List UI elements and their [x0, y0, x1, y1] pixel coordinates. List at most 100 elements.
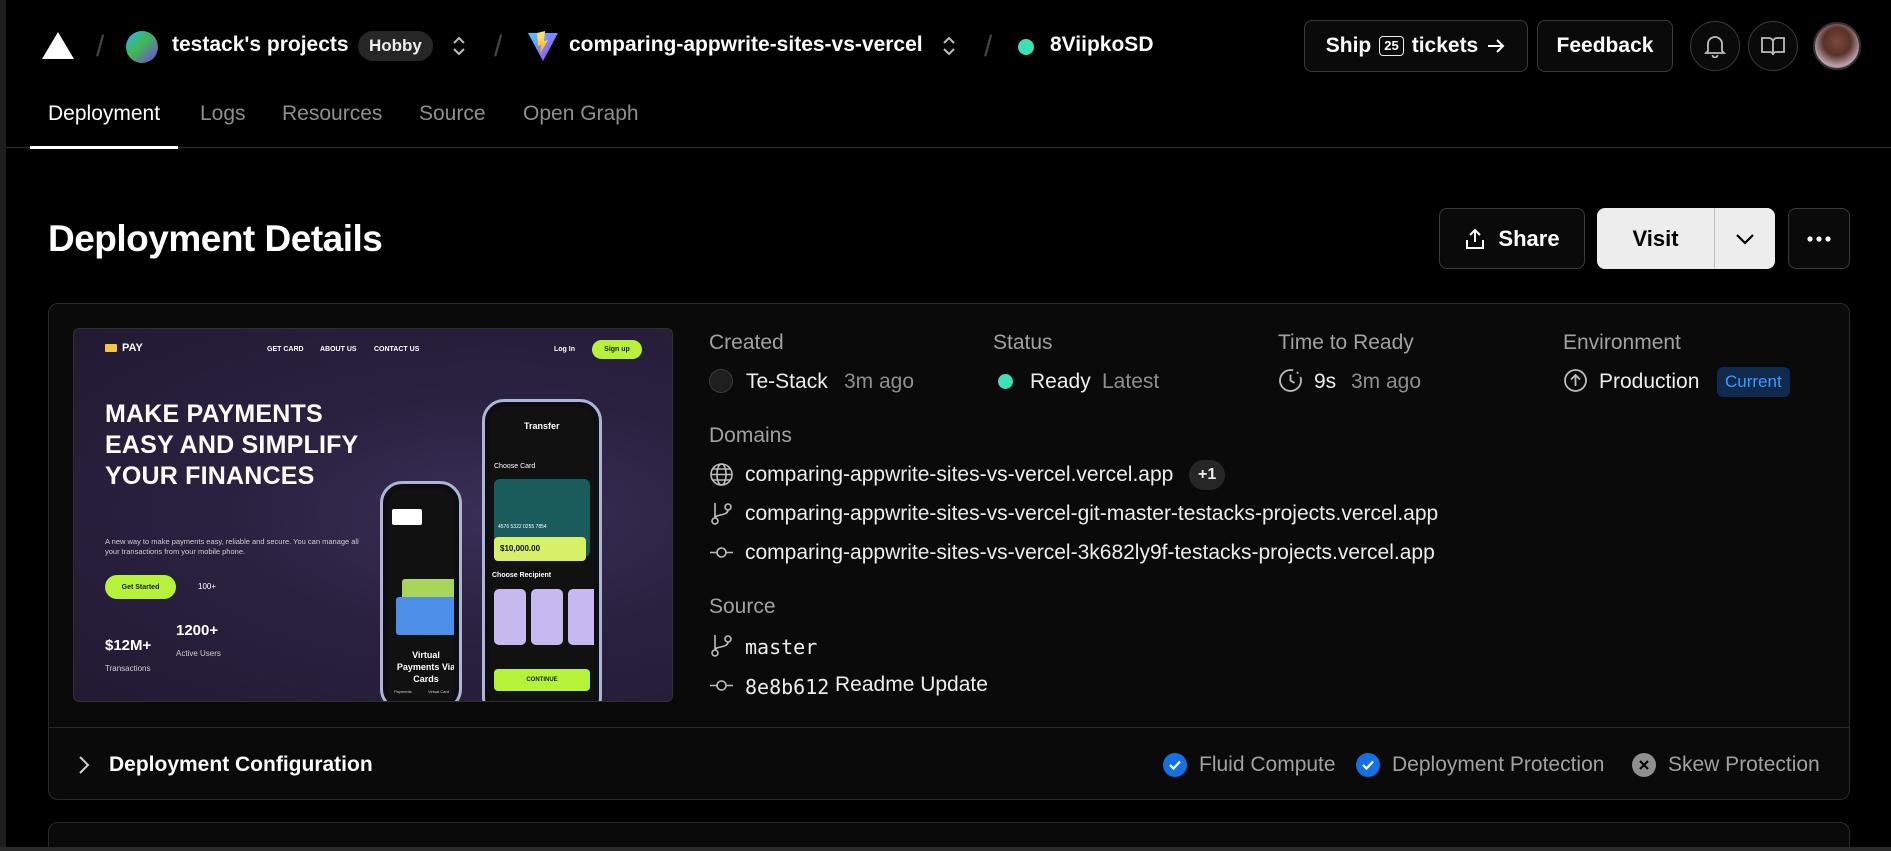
- phone-link: Payments: [394, 689, 412, 694]
- commit-hash[interactable]: 8e8b612: [745, 675, 829, 699]
- more-options-button[interactable]: [1788, 208, 1850, 269]
- created-label: Created: [709, 331, 784, 354]
- time-to-ready-value: 9s: [1314, 370, 1337, 393]
- time-to-ready-label: Time to Ready: [1278, 331, 1414, 354]
- team-name[interactable]: testack's projects: [172, 33, 349, 57]
- user-avatar[interactable]: [1813, 22, 1861, 70]
- preview-signup: Sign up: [592, 340, 642, 359]
- phone-title: Transfer: [524, 421, 560, 431]
- deployment-preview[interactable]: PAY GET CARD ABOUT US CONTACT US Log In …: [73, 328, 673, 702]
- created-ago: 3m ago: [844, 370, 915, 393]
- status-tag: Latest: [1102, 370, 1160, 393]
- preview-subtext: A new way to make payments easy, reliabl…: [105, 537, 359, 556]
- team-switcher-icon[interactable]: [451, 33, 467, 59]
- chevron-down-icon: [1736, 233, 1754, 245]
- domain-link[interactable]: comparing-appwrite-sites-vs-vercel.verce…: [745, 463, 1173, 487]
- vercel-logo-icon[interactable]: [42, 32, 74, 59]
- preview-login: Log In: [554, 346, 575, 353]
- feature-deployment-protection: Deployment Protection: [1392, 753, 1605, 776]
- preview-stat-label: Active Users: [176, 649, 221, 658]
- window-bottom-edge: [0, 847, 1891, 851]
- preview-headline: MAKE PAYMENTS EASY AND SIMPLIFY YOUR FIN…: [105, 400, 358, 490]
- phone-mini-card: [392, 509, 422, 525]
- status-label: Status: [993, 331, 1053, 354]
- phone-card-number: 4576 5322 0255 7854: [498, 524, 547, 530]
- tab-resources[interactable]: Resources: [282, 102, 382, 148]
- phone-continue: CONTINUE: [494, 669, 590, 691]
- preview-phone-screen: Transfer Choose Card 4576 5322 0255 7854…: [490, 407, 594, 701]
- x-circle-icon: [1632, 753, 1656, 777]
- phone-caption: Virtual Payments Via Cards: [396, 650, 454, 684]
- source-label: Source: [709, 595, 776, 618]
- source-branch[interactable]: master: [745, 635, 817, 659]
- created-by[interactable]: Te-Stack: [746, 370, 828, 394]
- tab-deployment[interactable]: Deployment: [29, 102, 179, 149]
- phone-blue-card: [396, 597, 454, 635]
- deployment-id[interactable]: 8ViipkoSD: [1050, 33, 1153, 57]
- visit-dropdown-button[interactable]: [1715, 208, 1775, 269]
- recipient-card: [531, 589, 563, 645]
- preview-stat-label: Transactions: [105, 664, 151, 673]
- pay-logo-icon: [105, 344, 117, 352]
- deployment-tabs: Deployment Logs Resources Source Open Gr…: [6, 92, 1891, 149]
- more-horizontal-icon: [1807, 235, 1831, 242]
- bell-icon: [1704, 36, 1726, 58]
- domain-link[interactable]: comparing-appwrite-sites-vs-vercel-3k682…: [745, 541, 1435, 565]
- environment-value: Production: [1599, 370, 1700, 393]
- git-commit-icon: [710, 547, 733, 558]
- preview-cta-count: 100+: [198, 582, 217, 591]
- preview-phone-screen: Virtual Payments Via Cards Payments Virt…: [388, 489, 454, 701]
- preview-brand: PAY: [122, 342, 143, 354]
- clock-icon: [1279, 369, 1302, 392]
- top-navigation: / testack's projects Hobby / comparing-a…: [6, 0, 1891, 92]
- preview-nav-item: CONTACT US: [374, 346, 420, 353]
- git-branch-icon: [711, 503, 732, 525]
- docs-button[interactable]: [1748, 21, 1798, 71]
- check-circle-icon: [1163, 753, 1187, 777]
- tab-logs[interactable]: Logs: [200, 102, 246, 148]
- notifications-button[interactable]: [1690, 21, 1740, 71]
- git-branch-icon: [711, 635, 732, 657]
- production-arrow-icon: [1564, 369, 1587, 392]
- ship-label: Ship: [1325, 34, 1372, 57]
- phone-choose-recipient: Choose Recipient: [492, 572, 552, 579]
- deployment-configuration-row[interactable]: Deployment Configuration Fluid Compute D…: [49, 727, 1849, 799]
- environment-label: Environment: [1563, 331, 1681, 354]
- visit-button-group: Visit: [1597, 208, 1775, 269]
- tickets-label: tickets: [1411, 34, 1479, 57]
- deployment-configuration-title: Deployment Configuration: [109, 753, 373, 776]
- preview-phone-small: Virtual Payments Via Cards Payments Virt…: [380, 481, 462, 701]
- share-label: Share: [1498, 225, 1560, 251]
- environment-current-badge: Current: [1717, 367, 1790, 397]
- preview-phone-large: Transfer Choose Card 4576 5322 0255 7854…: [482, 399, 602, 701]
- tab-source[interactable]: Source: [419, 102, 486, 148]
- phone-amount: $10,000.00: [500, 544, 541, 553]
- phone-link: Virtual Card: [428, 689, 450, 694]
- status-value: Ready: [1030, 370, 1091, 393]
- vite-logo-icon: [528, 31, 558, 61]
- share-button[interactable]: Share: [1439, 208, 1585, 269]
- team-avatar[interactable]: [126, 31, 158, 63]
- domains-label: Domains: [709, 424, 792, 447]
- arrow-right-icon: [1488, 39, 1505, 53]
- feedback-button[interactable]: Feedback: [1537, 20, 1673, 72]
- preview-nav-item: GET CARD: [267, 346, 304, 353]
- phone-choose-card: Choose Card: [494, 463, 536, 470]
- preview-cta: Get Started: [105, 575, 176, 599]
- share-icon: [1466, 228, 1485, 249]
- project-name[interactable]: comparing-appwrite-sites-vs-vercel: [569, 33, 923, 57]
- page-title: Deployment Details: [48, 218, 383, 259]
- tab-open-graph[interactable]: Open Graph: [523, 102, 639, 148]
- domain-link[interactable]: comparing-appwrite-sites-vs-vercel-git-m…: [745, 502, 1438, 526]
- creator-avatar[interactable]: [709, 369, 733, 393]
- ship-tickets-button[interactable]: Ship 25 tickets: [1304, 20, 1528, 72]
- preview-stat-value: $12M+: [105, 637, 152, 654]
- visit-button[interactable]: Visit: [1597, 208, 1715, 269]
- globe-icon: [710, 463, 733, 486]
- project-switcher-icon[interactable]: [941, 33, 957, 59]
- more-domains-badge[interactable]: +1: [1189, 460, 1226, 490]
- preview-nav-item: ABOUT US: [320, 346, 357, 353]
- commit-message[interactable]: Readme Update: [835, 673, 988, 697]
- time-to-ready-ago: 3m ago: [1351, 370, 1422, 393]
- feedback-label: Feedback: [1556, 34, 1654, 57]
